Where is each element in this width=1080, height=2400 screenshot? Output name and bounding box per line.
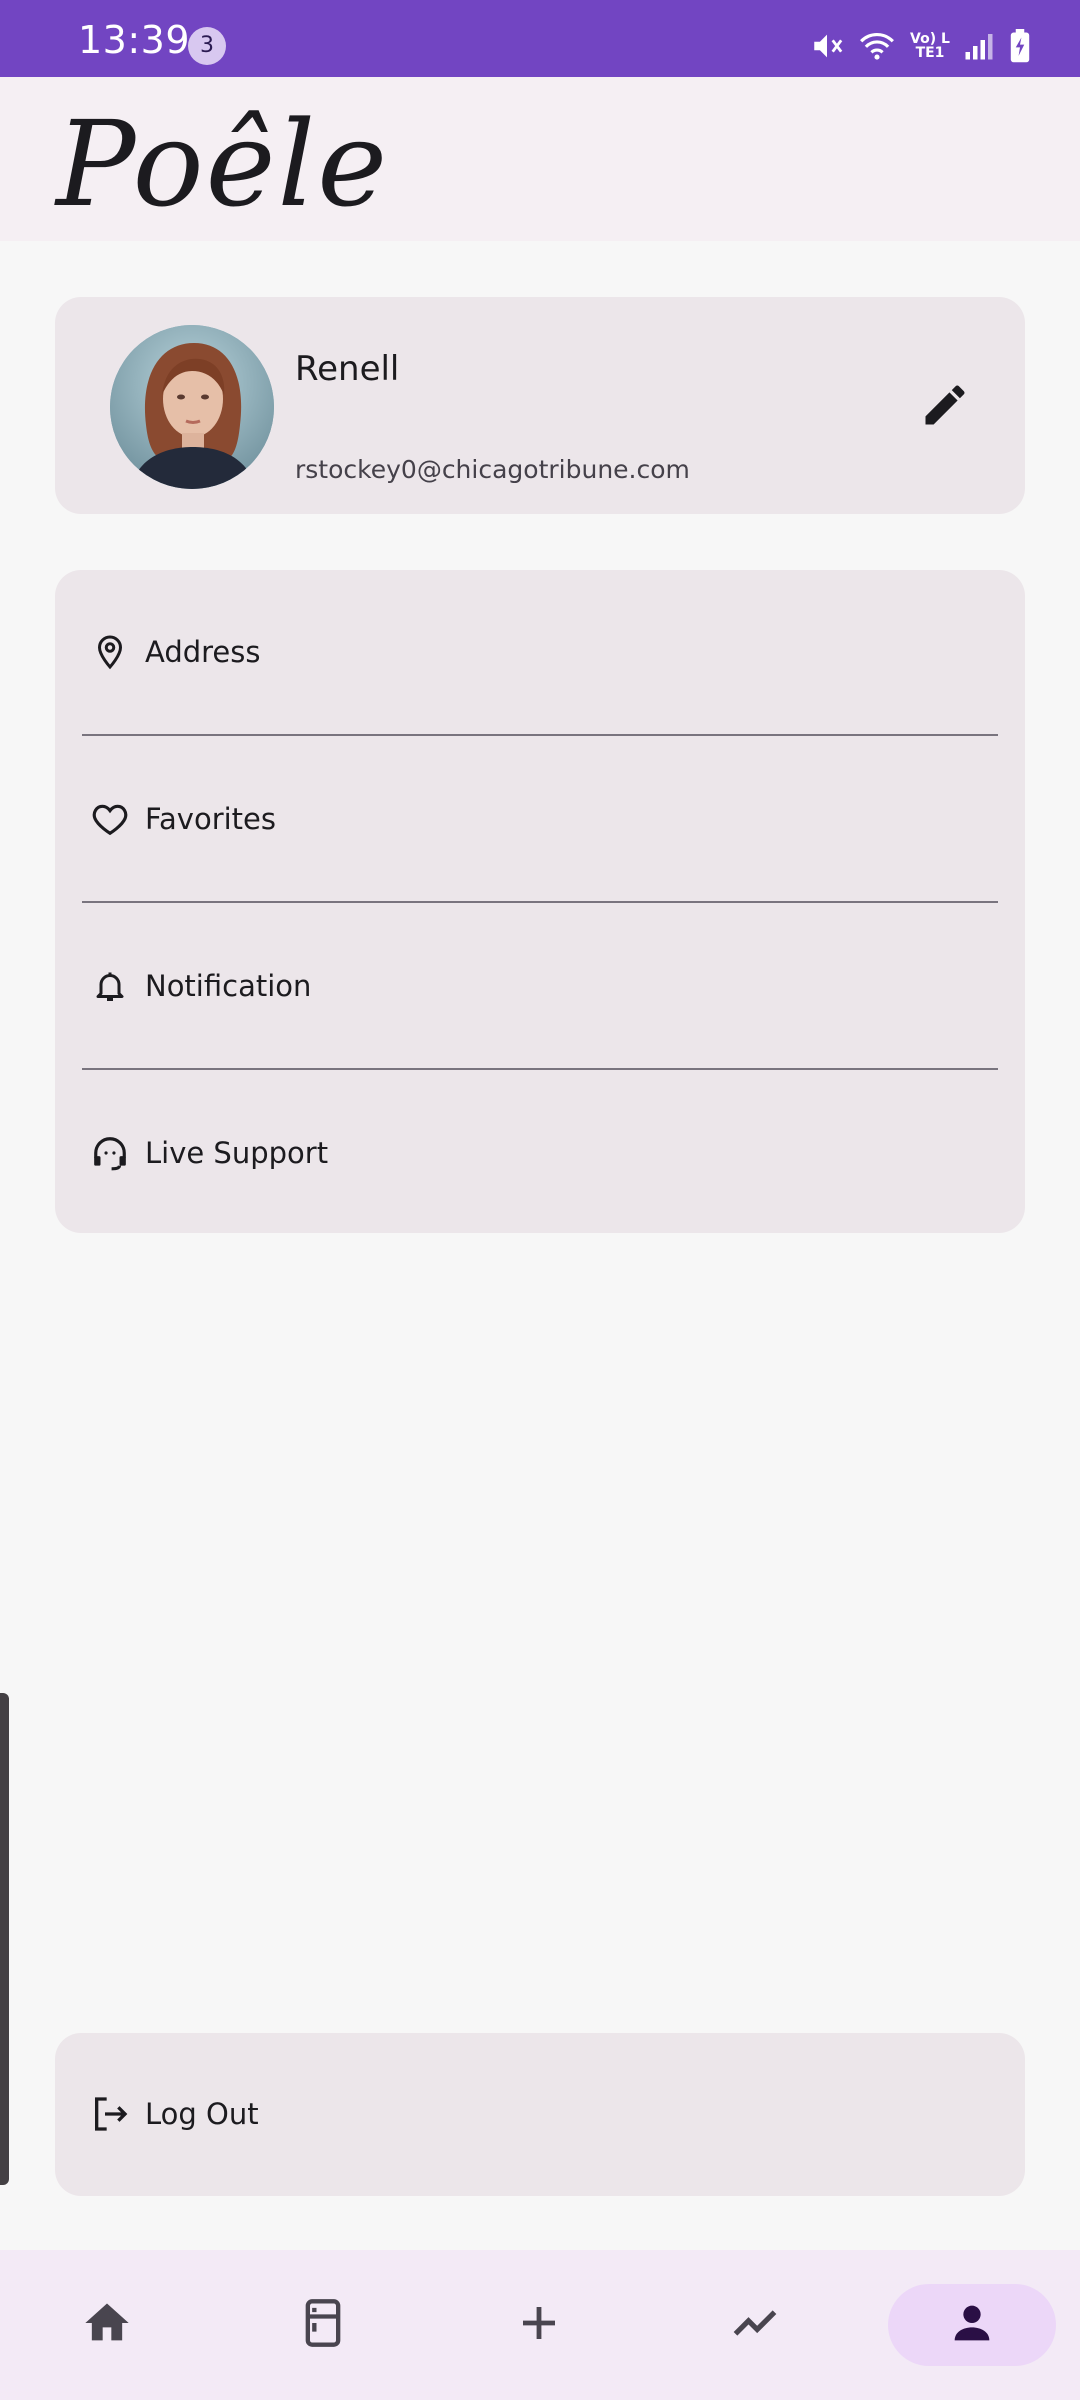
status-icons: Vo) LTE1 [810,24,1032,68]
plus-icon [515,2299,563,2351]
bell-icon [89,965,131,1007]
logout-button[interactable]: Log Out [55,2033,1025,2196]
pencil-icon [919,379,971,435]
avatar [110,325,274,489]
nav-fridge[interactable] [239,2284,407,2366]
menu-item-label: Address [145,635,261,669]
network-type-label: Vo) LTE1 [910,31,950,61]
divider [82,1068,998,1070]
menu-item-label: Notification [145,969,312,1003]
battery-charging-icon [1008,29,1032,63]
bottom-navigation [0,2250,1080,2400]
nav-trending[interactable] [671,2284,839,2366]
signal-icon [964,31,994,61]
location-pin-icon [89,631,131,673]
profile-email: rstockey0@chicagotribune.com [295,455,690,484]
logout-label: Log Out [145,2097,259,2131]
status-time: 13:39 [78,18,191,62]
edit-profile-button[interactable] [905,367,985,447]
person-icon [946,2297,998,2353]
notification-count-badge: 3 [188,27,226,65]
menu-item-notification[interactable]: Notification [55,926,1025,1046]
menu-item-label: Favorites [145,802,276,836]
app-logo: Poêle [56,95,390,233]
wifi-icon [858,29,896,63]
logout-icon [89,2093,131,2135]
menu-item-live-support[interactable]: Live Support [55,1093,1025,1213]
menu-item-label: Live Support [145,1136,329,1170]
nav-profile[interactable] [888,2284,1056,2366]
heart-icon [89,798,131,840]
menu-item-favorites[interactable]: Favorites [55,759,1025,879]
profile-card: Renell rstockey0@chicagotribune.com [55,297,1025,514]
fridge-icon [297,2297,349,2353]
mute-icon [810,29,844,63]
nav-home[interactable] [23,2284,191,2366]
divider [82,734,998,736]
menu-item-address[interactable]: Address [55,592,1025,712]
divider [82,901,998,903]
trending-icon [727,2297,783,2353]
side-panel-handle[interactable] [0,1693,9,2185]
nav-add[interactable] [455,2284,623,2366]
status-bar: 13:39 3 Vo) LTE1 [0,0,1080,77]
app-header: Poêle [0,77,1080,241]
profile-name: Renell [295,349,400,389]
headset-icon [89,1132,131,1174]
home-icon [81,2297,133,2353]
menu-card: Address Favorites Notification Live Supp… [55,570,1025,1233]
